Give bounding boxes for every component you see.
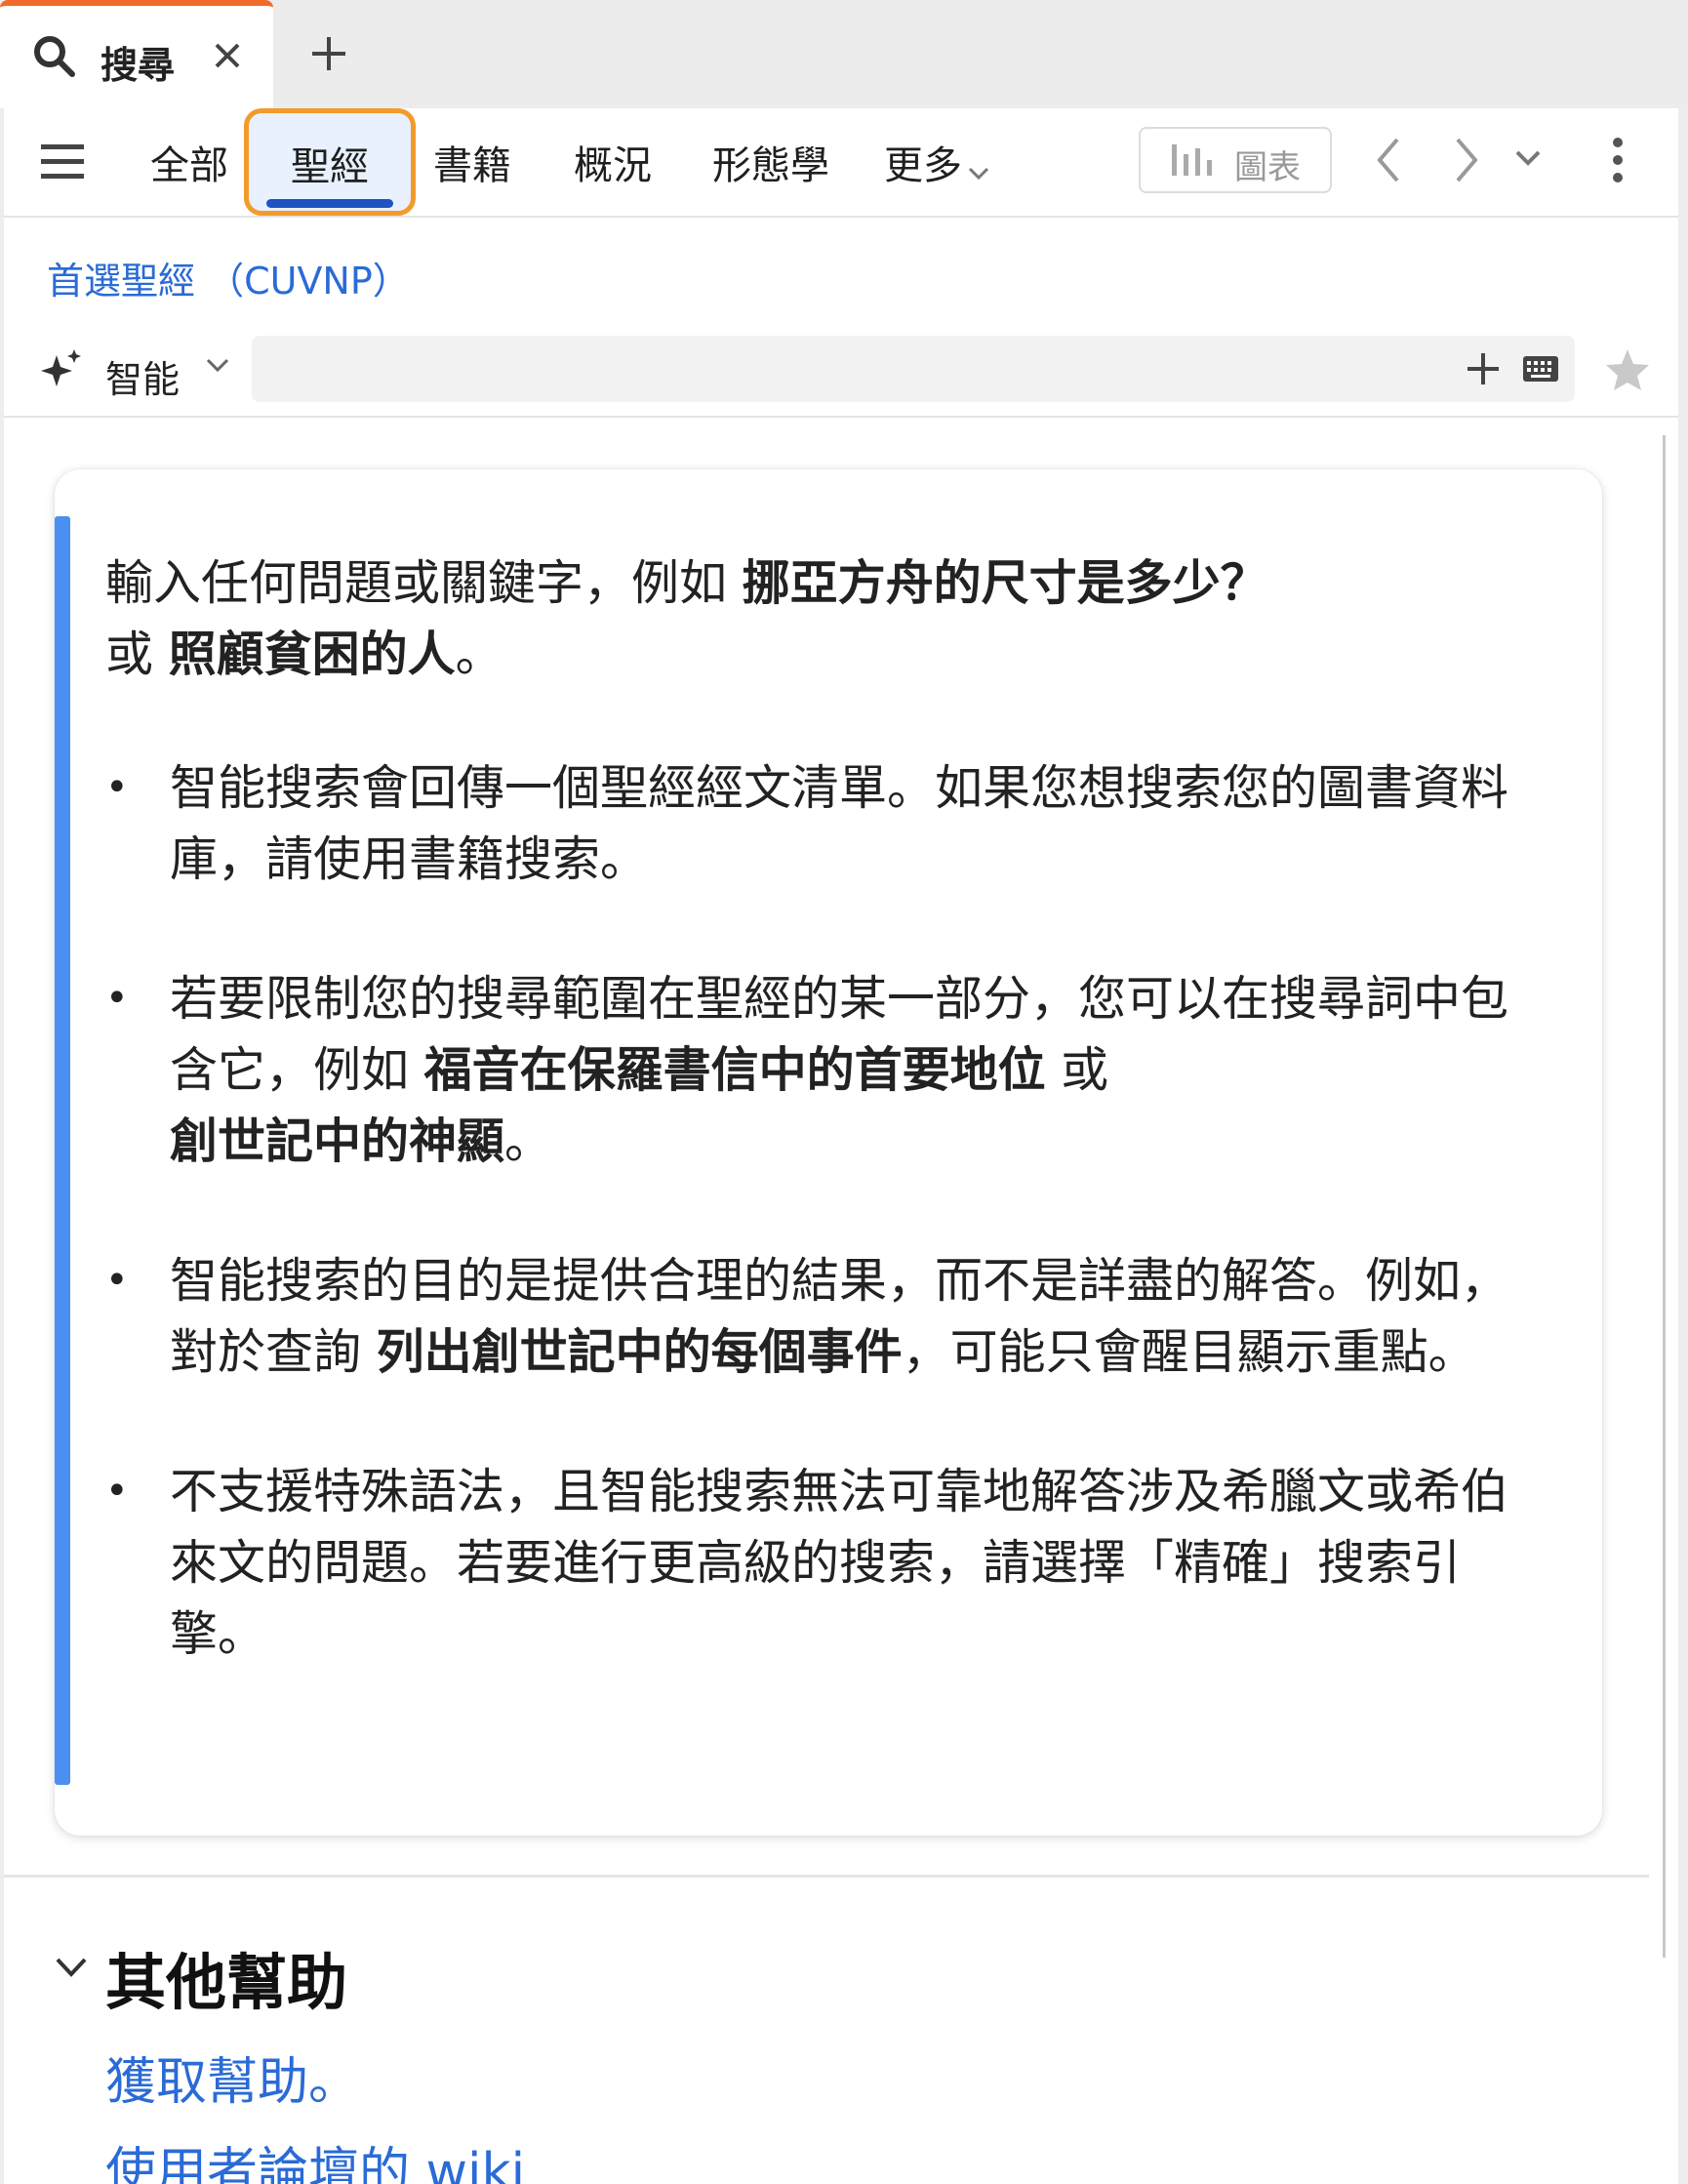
preferred-bible-link[interactable]: 首選聖經 （CUVNP） [47,251,410,304]
chart-icon [1172,144,1212,176]
forum-wiki-link[interactable]: 使用者論壇的 wiki [105,2130,525,2184]
help-list: 智能搜索會回傳一個聖經經文清單。如果您想搜索您的圖書資料庫，請使用書籍搜索。 若… [105,752,1549,1738]
search-panel: 全部 聖經 書籍 概況 形態學 更多 圖表 首選聖經 （CUVNP） 智能 輸入… [4,108,1678,2184]
list-item-text: 智能搜索會回傳一個聖經經文清單。如果您想搜索您的圖書資料庫，請使用書籍搜索。 [170,760,1509,887]
intro-text: 輸入任何問題或關鍵字，例如 [105,555,743,611]
list-item-text: 不支援特殊語法，且智能搜索無法可靠地解答涉及希臘文或希伯來文的問題。若要進行更高… [170,1464,1509,1662]
scrollbar[interactable] [1663,435,1666,1958]
tab-more-label: 更多 [884,143,962,188]
chevron-down-icon[interactable] [205,357,230,377]
search-mode-label[interactable]: 智能 [105,349,180,403]
divider [4,1875,1649,1878]
other-help-title[interactable]: 其他幫助 [105,1933,347,2021]
search-icon [31,33,76,82]
forward-arrow-icon[interactable] [1452,136,1481,188]
history-dropdown-icon[interactable] [1514,149,1542,171]
tab-overview[interactable]: 概況 [574,134,652,190]
list-item: 智能搜索會回傳一個聖經經文清單。如果您想搜索您的圖書資料庫，請使用書籍搜索。 [105,752,1549,895]
help-intro: 輸入任何問題或關鍵字，例如 挪亞方舟的尺寸是多少？ 或 照顧貧困的人。 [105,547,1569,690]
menu-icon[interactable] [41,142,86,185]
chart-button-label: 圖表 [1234,148,1301,187]
add-icon[interactable] [1466,351,1501,390]
intro-example-1: 挪亞方舟的尺寸是多少？ [742,555,1268,611]
intro-or: 或 [105,627,169,682]
list-item-text: 。 [504,1113,553,1169]
close-icon[interactable] [213,41,242,74]
back-arrow-icon[interactable] [1374,136,1403,188]
search-type-nav: 全部 聖經 書籍 概況 形態學 更多 圖表 [4,108,1678,218]
list-item-example: 列出創世記中的每個事件 [376,1324,903,1380]
list-item: 智能搜索的目的是提供合理的結果，而不是詳盡的解答。例如，對於查詢 列出創世記中的… [105,1245,1549,1388]
list-item: 不支援特殊語法，且智能搜索無法可靠地解答涉及希臘文或希伯來文的問題。若要進行更高… [105,1456,1549,1670]
intro-example-2: 照顧貧困的人 [168,627,456,682]
tab-books[interactable]: 書籍 [433,134,511,190]
search-input[interactable] [252,336,1575,402]
keyboard-icon[interactable] [1522,355,1559,386]
tab-bible[interactable]: 聖經 [244,108,416,216]
tab-all[interactable]: 全部 [150,134,228,190]
tab-more[interactable]: 更多 [884,134,989,190]
card-accent-bar [55,516,70,1785]
list-item-example: 福音在保羅書信中的首要地位 [423,1042,1046,1098]
chevron-down-icon [968,145,989,190]
list-item: 若要限制您的搜尋範圍在聖經的某一部分，您可以在搜尋詞中包含它，例如 福音在保羅書… [105,963,1549,1177]
get-help-link[interactable]: 獲取幫助。 [105,2041,359,2114]
chart-button[interactable]: 圖表 [1139,127,1332,193]
list-item-text: ，可能只會醒目顯示重點。 [902,1324,1476,1380]
search-row: 智能 [4,328,1678,402]
tab-morphology[interactable]: 形態學 [712,134,829,190]
list-item-example: 創世記中的神顯 [170,1113,505,1169]
help-card: 輸入任何問題或關鍵字，例如 挪亞方舟的尺寸是多少？或 照顧貧困的人。 智能搜索會… [55,469,1602,1836]
search-tab[interactable]: 搜尋 [0,0,273,108]
tab-strip: 搜尋 [0,0,1688,108]
sparkle-icon [39,349,84,394]
tab-bible-label: 聖經 [291,144,369,189]
more-options-icon[interactable] [1611,136,1625,188]
tab-title: 搜尋 [100,44,176,87]
star-icon[interactable] [1604,347,1651,396]
divider [4,416,1678,418]
active-tab-underline [266,199,393,208]
chevron-down-icon[interactable] [55,1957,88,1982]
list-item-text: 或 [1045,1042,1109,1098]
intro-suffix: 。 [455,627,503,682]
plus-icon[interactable] [310,35,347,76]
